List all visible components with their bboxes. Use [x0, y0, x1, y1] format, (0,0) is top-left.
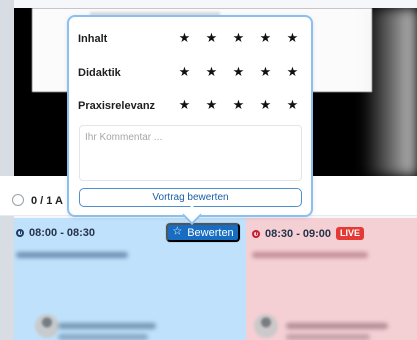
blurred-live-talk-title — [252, 252, 368, 258]
live-status-badge: LIVE — [336, 227, 365, 240]
star-icon[interactable]: ★ — [259, 32, 272, 45]
video-edge-shadow — [362, 8, 417, 176]
star-outline-icon: ☆ — [172, 225, 183, 238]
selection-radio-button[interactable] — [12, 194, 24, 206]
controls-count-label: 0 / 1 A — [31, 195, 63, 207]
blurred-speaker-name — [286, 323, 388, 329]
clock-icon — [252, 229, 260, 238]
rating-row-praxisrelevanz: Praxisrelevanz ★ ★ ★ ★ ★ — [78, 97, 305, 115]
star-icon[interactable]: ★ — [232, 32, 245, 45]
speaker-avatar — [35, 314, 59, 338]
star-icon[interactable]: ★ — [205, 32, 218, 45]
submit-rating-button[interactable]: Vortrag bewerten — [79, 188, 302, 207]
rating-popover: Inhalt ★ ★ ★ ★ ★ Didaktik ★ ★ ★ ★ ★ Prax… — [67, 15, 313, 217]
star-rating-inhalt: ★ ★ ★ ★ ★ — [178, 32, 299, 46]
blurred-speaker-name — [58, 323, 156, 329]
rating-row-inhalt: Inhalt ★ ★ ★ ★ ★ — [78, 30, 305, 48]
bewerten-button[interactable]: ☆ Bewerten — [166, 223, 240, 242]
star-icon[interactable]: ★ — [259, 99, 272, 112]
bewerten-button-label: Bewerten — [187, 226, 234, 239]
star-icon[interactable]: ★ — [232, 99, 245, 112]
star-icon[interactable]: ★ — [259, 66, 272, 79]
star-icon[interactable]: ★ — [286, 99, 299, 112]
slot-time-live-label: 08:30 - 09:00 — [265, 227, 332, 240]
rating-label-inhalt: Inhalt — [78, 33, 108, 45]
schedule-slot-live[interactable]: 08:30 - 09:00 LIVE — [246, 218, 417, 340]
star-icon[interactable]: ★ — [178, 66, 191, 79]
star-icon[interactable]: ★ — [286, 32, 299, 45]
rating-label-praxisrelevanz: Praxisrelevanz — [78, 100, 156, 112]
slot-time-live: 08:30 - 09:00 LIVE — [252, 227, 365, 240]
star-icon[interactable]: ★ — [232, 66, 245, 79]
star-icon[interactable]: ★ — [178, 99, 191, 112]
blurred-talk-title — [16, 252, 128, 258]
slot-time-current: 08:00 - 08:30 — [16, 227, 95, 239]
clock-icon — [16, 229, 24, 237]
star-icon[interactable]: ★ — [286, 66, 299, 79]
event-schedule-screen: 0 / 1 A 08:00 - 08:30 08:30 - 09:00 LIVE… — [0, 0, 417, 340]
star-icon[interactable]: ★ — [178, 32, 191, 45]
speaker-avatar — [254, 314, 278, 338]
comment-textarea[interactable] — [79, 125, 302, 181]
left-side-rail — [0, 0, 14, 340]
slot-time-current-label: 08:00 - 08:30 — [29, 227, 96, 239]
blurred-speaker-organization — [58, 334, 148, 340]
star-rating-praxisrelevanz: ★ ★ ★ ★ ★ — [178, 99, 299, 113]
star-icon[interactable]: ★ — [205, 66, 218, 79]
star-icon[interactable]: ★ — [205, 99, 218, 112]
rating-label-didaktik: Didaktik — [78, 67, 121, 79]
blurred-speaker-organization — [286, 334, 370, 340]
star-rating-didaktik: ★ ★ ★ ★ ★ — [178, 66, 299, 80]
rating-row-didaktik: Didaktik ★ ★ ★ ★ ★ — [78, 64, 305, 82]
